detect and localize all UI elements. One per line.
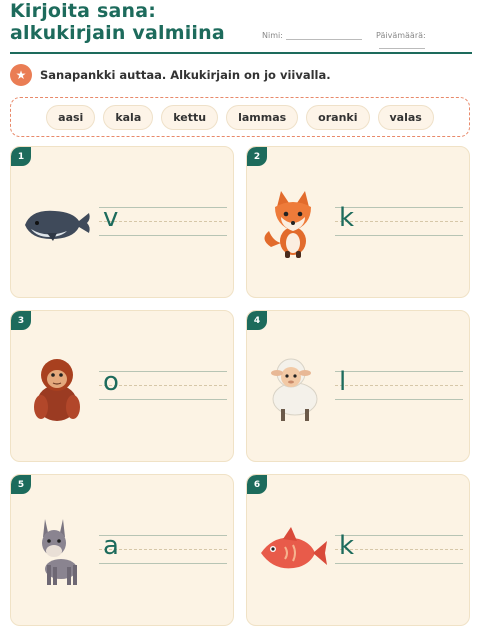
exercise-card-6: 6 k xyxy=(246,474,470,626)
name-label: Nimi: xyxy=(262,31,283,40)
donkey-icon xyxy=(42,519,77,585)
writing-lines[interactable] xyxy=(335,207,463,237)
exercise-card-1: 1 v xyxy=(10,146,234,298)
first-letter: k xyxy=(339,531,355,561)
writing-lines[interactable] xyxy=(335,535,463,565)
card-number: 1 xyxy=(11,147,31,166)
date-label: Päivämäärä: xyxy=(376,31,426,40)
word-chip[interactable]: aasi xyxy=(46,104,96,130)
word-bank: aasi kala kettu lammas oranki valas xyxy=(10,97,470,137)
writing-lines[interactable] xyxy=(335,371,463,401)
first-letter: o xyxy=(103,367,119,397)
word-chip[interactable]: kettu xyxy=(161,104,219,130)
date-field[interactable]: Päivämäärä: xyxy=(376,31,472,49)
orangutan-icon xyxy=(34,359,80,421)
card-number: 3 xyxy=(11,311,31,330)
star-icon: ★ xyxy=(10,64,32,86)
first-letter: k xyxy=(339,203,355,233)
first-letter: v xyxy=(103,203,119,233)
word-chip[interactable]: valas xyxy=(377,104,434,130)
instruction-row: ★ Sanapankki auttaa. Alkukirjain on jo v… xyxy=(10,64,331,86)
page-title: Kirjoita sana: alkukirjain valmiina xyxy=(10,0,225,44)
whale-icon xyxy=(25,210,90,241)
exercise-card-5: 5 a xyxy=(10,474,234,626)
word-chip[interactable]: oranki xyxy=(306,104,370,130)
word-chip[interactable]: lammas xyxy=(226,104,299,130)
card-number: 2 xyxy=(247,147,267,166)
first-letter: a xyxy=(103,531,119,561)
card-number: 6 xyxy=(247,475,267,494)
card-number: 4 xyxy=(247,311,267,330)
header-divider xyxy=(10,52,472,54)
worksheet-header: Kirjoita sana: alkukirjain valmiina Nimi… xyxy=(10,0,472,52)
card-number: 5 xyxy=(11,475,31,494)
fox-icon xyxy=(264,191,311,258)
exercise-card-3: 3 o xyxy=(10,310,234,462)
name-field[interactable]: Nimi: xyxy=(262,31,362,40)
word-chip[interactable]: kala xyxy=(103,104,154,130)
exercise-card-2: 2 k xyxy=(246,146,470,298)
fish-icon xyxy=(261,527,327,569)
exercise-card-4: 4 l xyxy=(246,310,470,462)
sheep-icon xyxy=(271,358,318,421)
instruction-text: Sanapankki auttaa. Alkukirjain on jo vii… xyxy=(40,68,331,82)
first-letter: l xyxy=(339,367,347,397)
